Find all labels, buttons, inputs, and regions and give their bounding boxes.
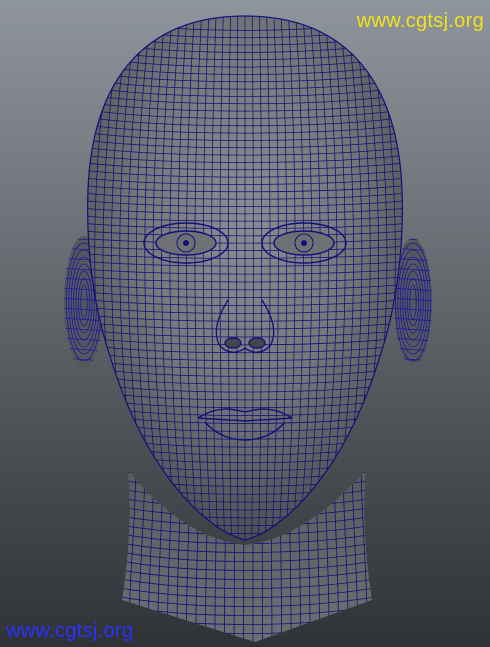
- watermark-top: www.cgtsj.org: [356, 10, 484, 32]
- head-mesh: [87, 15, 403, 541]
- wireframe-head-mesh-icon: [64, 15, 432, 642]
- maya-viewport[interactable]: www.cgtsj.org www.cgtsj.org: [0, 0, 490, 647]
- watermark-bottom: www.cgtsj.org: [6, 620, 134, 642]
